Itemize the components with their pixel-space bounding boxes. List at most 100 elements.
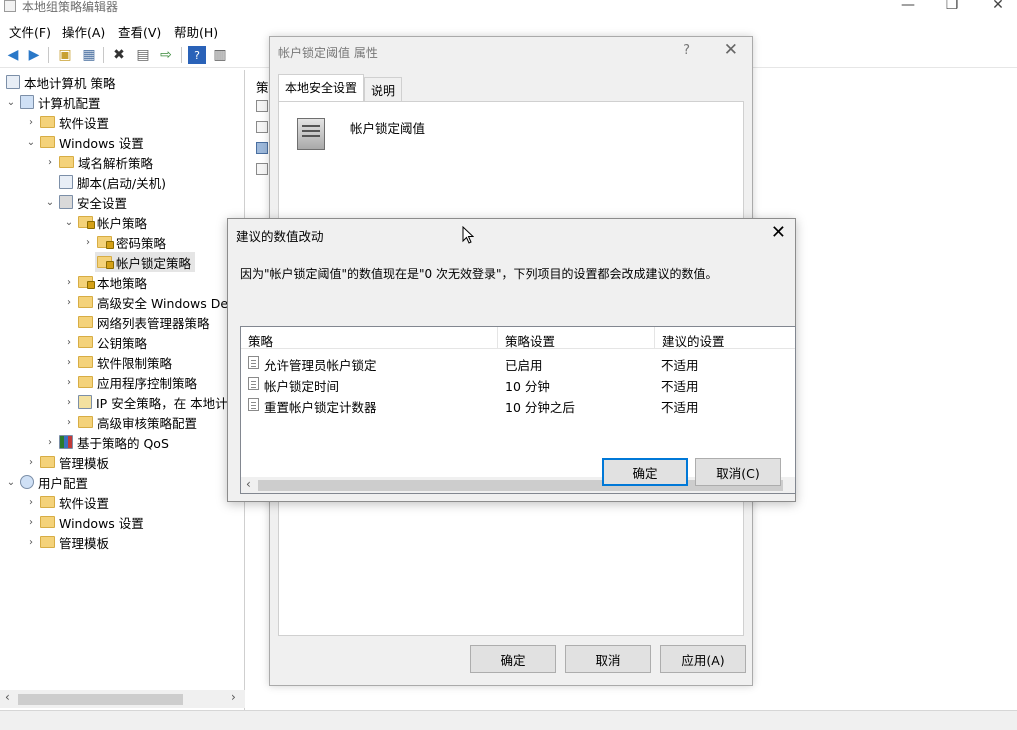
chevron-right-icon[interactable]: › [62, 417, 76, 428]
chevron-right-icon[interactable]: › [62, 357, 76, 368]
suggested-title: 建议的数值改动 [236, 229, 324, 244]
tree-item-network-list-manager[interactable]: 网络列表管理器策略 [62, 312, 210, 332]
policy-doc-icon [248, 356, 259, 369]
details-header[interactable]: 策 [256, 77, 269, 96]
suggested-changes-dialog: 建议的数值改动 ✕ 因为"帐户锁定阈值"的数值现在是"0 次无效登录"，下列项目… [227, 218, 796, 502]
tab-explain[interactable]: 说明 [364, 77, 403, 101]
up-folder-icon[interactable]: ▣ [56, 46, 74, 64]
tree-item-user-admin-templates[interactable]: › 管理模板 [24, 532, 109, 552]
chevron-right-icon[interactable]: › [43, 157, 57, 168]
chevron-right-icon[interactable]: › [43, 437, 57, 448]
menu-view[interactable]: 查看(V) [118, 22, 161, 41]
tree-item-ip-security[interactable]: › IP 安全策略，在 本地计 [62, 392, 228, 412]
menu-file[interactable]: 文件(F) [9, 22, 51, 41]
menu-help[interactable]: 帮助(H) [174, 22, 218, 41]
tree-item-software-settings[interactable]: › 软件设置 [24, 112, 109, 132]
scroll-left-icon[interactable]: ‹ [5, 690, 10, 704]
chevron-right-icon[interactable]: › [62, 397, 76, 408]
chevron-right-icon[interactable]: › [62, 277, 76, 288]
folder-icon [78, 316, 93, 328]
chevron-right-icon[interactable]: › [24, 117, 38, 128]
scroll-thumb[interactable] [18, 694, 183, 705]
chevron-down-icon[interactable]: ⌄ [4, 97, 18, 108]
tab-local-security-setting[interactable]: 本地安全设置 [278, 74, 365, 101]
tree-item-local-computer-policy[interactable]: 本地计算机 策略 [4, 72, 115, 92]
tree-item-computer-config[interactable]: ⌄ 计算机配置 [4, 92, 101, 112]
tree-item-local-policies[interactable]: › 本地策略 [62, 272, 147, 292]
tree-item-name-resolution[interactable]: › 域名解析策略 [43, 152, 153, 172]
back-icon[interactable]: ◀ [4, 46, 22, 64]
chevron-right-icon[interactable]: › [62, 377, 76, 388]
folder-lock-icon [97, 256, 114, 269]
column-suggested[interactable]: 建议的设置 [655, 327, 795, 349]
tree-item-advanced-audit[interactable]: › 高级审核策略配置 [62, 412, 197, 432]
tree-item-security-settings[interactable]: ⌄ 安全设置 [43, 192, 127, 212]
tree-item-user-software-settings[interactable]: › 软件设置 [24, 492, 109, 512]
tree-item-password-policy[interactable]: › 密码策略 [81, 232, 166, 252]
tree-item-windows-settings[interactable]: ⌄ Windows 设置 [24, 132, 144, 152]
scroll-left-icon[interactable]: ‹ [246, 477, 251, 491]
tree-item-account-lockout-policy[interactable]: 帐户锁定策略 [95, 252, 196, 272]
folder-icon [40, 116, 55, 128]
menu-action[interactable]: 操作(A) [62, 22, 105, 41]
help-icon[interactable]: ? [188, 46, 206, 64]
status-bar [0, 710, 1017, 730]
suggested-close-icon[interactable]: ✕ [771, 222, 786, 243]
tree-item-user-config[interactable]: ⌄ 用户配置 [4, 472, 88, 492]
tree-item-account-policies[interactable]: ⌄ 帐户策略 [62, 212, 147, 232]
policy-doc-icon [248, 377, 259, 390]
chevron-right-icon[interactable]: › [62, 297, 76, 308]
policy-doc-selected-icon [256, 142, 268, 154]
chevron-right-icon[interactable]: › [24, 497, 38, 508]
column-setting[interactable]: 策略设置 [498, 327, 655, 349]
suggested-message: 因为"帐户锁定阈值"的数值现在是"0 次无效登录"，下列项目的设置都会改成建议的… [240, 267, 718, 281]
chevron-right-icon[interactable]: › [81, 237, 95, 248]
folder-icon [78, 336, 93, 348]
maximize-button[interactable]: ❐ [929, 0, 975, 13]
close-button[interactable]: ✕ [975, 0, 1017, 13]
chevron-down-icon[interactable]: ⌄ [24, 137, 38, 148]
folder-icon [78, 356, 93, 368]
chevron-down-icon[interactable]: ⌄ [62, 217, 76, 228]
tree-item-software-restriction[interactable]: › 软件限制策略 [62, 352, 172, 372]
forward-icon[interactable]: ▶ [25, 46, 43, 64]
minimize-button[interactable]: — [885, 0, 931, 13]
chevron-right-icon[interactable]: › [24, 537, 38, 548]
list-header: 策略 策略设置 建议的设置 [241, 327, 795, 349]
tree-item-scripts[interactable]: 脚本(启动/关机) [43, 172, 166, 192]
chevron-right-icon[interactable]: › [62, 337, 76, 348]
list-item[interactable]: 帐户锁定时间 10 分钟 不适用 [241, 373, 795, 394]
help-button[interactable]: ? [683, 43, 690, 58]
tree-item-qos[interactable]: › 基于策略的 QoS [43, 432, 169, 452]
properties-icon[interactable]: ▤ [134, 46, 152, 64]
properties-ok-button[interactable]: 确定 [470, 645, 556, 673]
folder-lock-icon [78, 216, 95, 229]
folder-icon [78, 376, 93, 388]
tree-horizontal-scrollbar[interactable]: ‹ › [0, 690, 245, 708]
tree-item-app-control[interactable]: › 应用程序控制策略 [62, 372, 197, 392]
properties-apply-button[interactable]: 应用(A) [660, 645, 746, 673]
suggested-cancel-button[interactable]: 取消(C) [695, 458, 781, 486]
tree-item-admin-templates[interactable]: › 管理模板 [24, 452, 109, 472]
properties-close-icon[interactable]: ✕ [724, 40, 738, 60]
list-item[interactable]: 允许管理员帐户锁定 已启用 不适用 [241, 352, 795, 373]
export-list-icon[interactable]: ⇨ [157, 46, 175, 64]
chevron-right-icon[interactable]: › [24, 517, 38, 528]
properties-cancel-button[interactable]: 取消 [565, 645, 651, 673]
console-view-icon[interactable]: ▥ [211, 46, 229, 64]
scroll-right-icon[interactable]: › [231, 690, 236, 704]
show-hide-tree-icon[interactable]: ▦ [80, 46, 98, 64]
tree-item-user-windows-settings[interactable]: › Windows 设置 [24, 512, 144, 532]
folder-icon [40, 536, 55, 548]
tree-item-public-key-policies[interactable]: › 公钥策略 [62, 332, 147, 352]
policy-doc-icon [256, 121, 268, 133]
chevron-down-icon[interactable]: ⌄ [4, 477, 18, 488]
list-item[interactable]: 重置帐户锁定计数器 10 分钟之后 不适用 [241, 394, 795, 415]
suggested-ok-button[interactable]: 确定 [602, 458, 688, 486]
column-policy[interactable]: 策略 [241, 327, 498, 349]
tree-item-windows-defender-firewall[interactable]: › 高级安全 Windows Def [62, 292, 232, 312]
chevron-down-icon[interactable]: ⌄ [43, 197, 57, 208]
delete-icon[interactable]: ✖ [110, 46, 128, 64]
chevron-right-icon[interactable]: › [24, 457, 38, 468]
security-icon [59, 195, 73, 209]
